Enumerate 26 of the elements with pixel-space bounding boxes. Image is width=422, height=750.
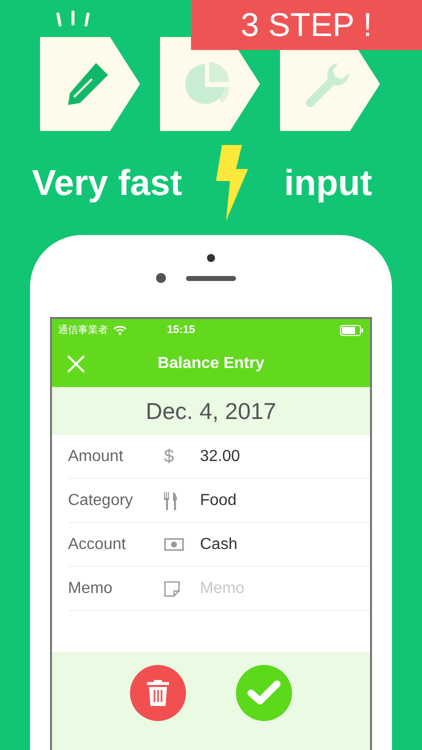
close-icon[interactable]	[66, 354, 86, 374]
check-icon	[247, 680, 281, 706]
field-label: Account	[68, 536, 127, 554]
battery-icon	[340, 324, 364, 336]
field-label: Amount	[68, 448, 124, 466]
field-label: Memo	[68, 580, 114, 598]
sensor-icon	[207, 254, 215, 262]
wifi-icon	[113, 325, 127, 335]
note-icon	[164, 580, 180, 596]
step-banner: 3 STEP !	[191, 0, 422, 50]
dollar-icon: $	[164, 446, 174, 467]
carrier-text: 通信事業者	[58, 324, 108, 337]
banknote-icon	[164, 538, 184, 551]
nav-title: Balance Entry	[156, 355, 266, 373]
trash-icon	[147, 680, 169, 706]
speaker-icon	[186, 276, 236, 281]
field-label: Category	[68, 492, 134, 510]
date-header[interactable]: Dec. 4, 2017	[52, 387, 370, 435]
headline-text: input	[284, 162, 372, 204]
status-time: 15:15	[167, 324, 196, 336]
field-value[interactable]: Food	[200, 492, 236, 510]
fork-knife-icon	[164, 492, 178, 510]
headline-text: Very fast	[32, 162, 182, 204]
camera-icon	[156, 273, 166, 283]
field-value[interactable]: Cash	[200, 536, 238, 554]
field-value[interactable]: 32.00	[200, 448, 240, 466]
